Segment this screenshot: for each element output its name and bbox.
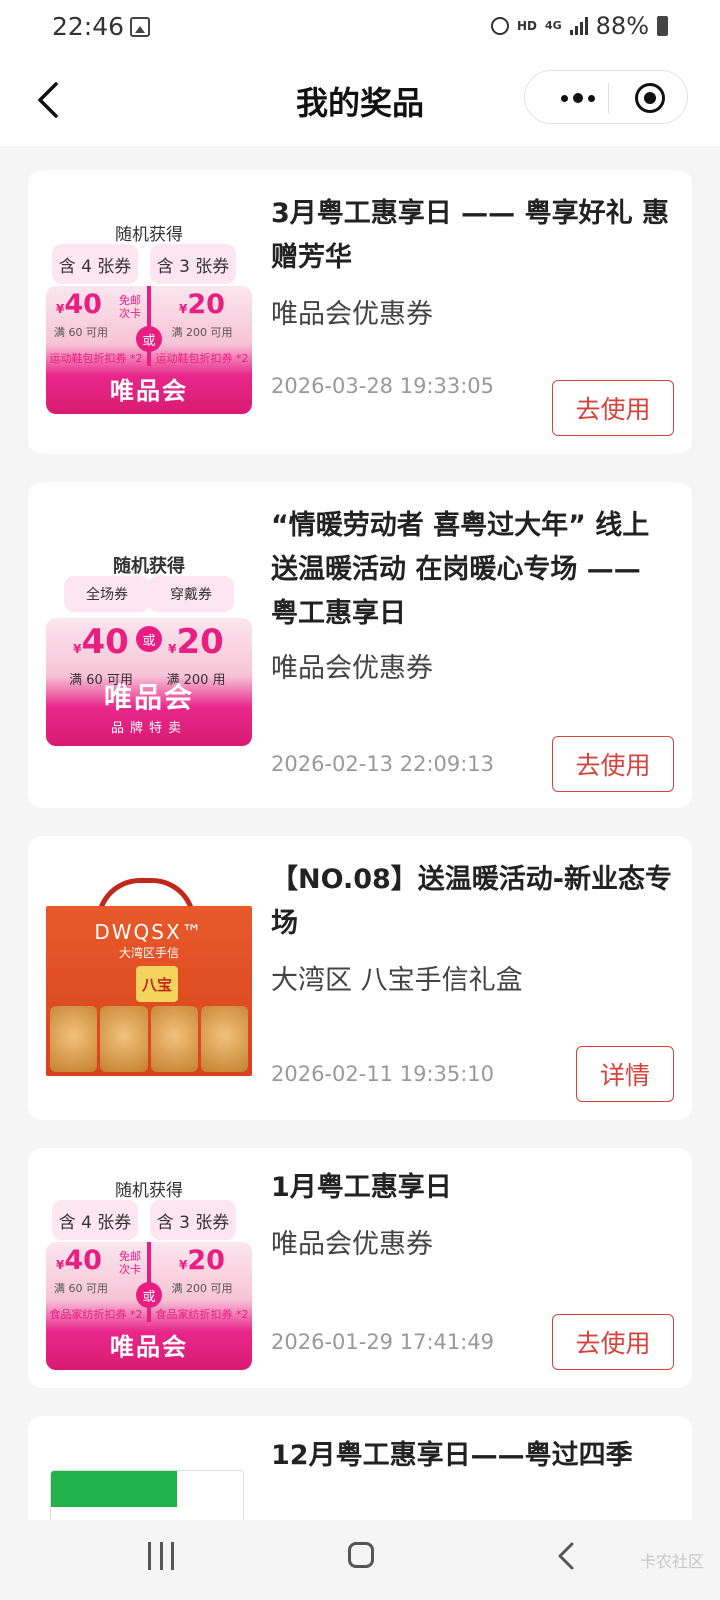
prize-card: 12月粤工惠享日——粤过四季 (28, 1416, 692, 1520)
prize-date: 2026-02-13 22:09:13 (271, 752, 495, 776)
thumbnail-green-bar (51, 1471, 177, 1507)
coupon-right-amount: ¥20 (168, 622, 224, 662)
coupon-left-cond: 满 60 可用 (54, 326, 108, 339)
coupon-left-amount: ¥40 (73, 622, 129, 662)
coupon-head: 随机获得 (115, 225, 183, 245)
prize-date: 2026-02-11 19:35:10 (271, 1062, 495, 1086)
more-icon[interactable] (550, 83, 605, 113)
prize-subtitle: 唯品会优惠券 (271, 653, 433, 684)
miniprogram-capsule (524, 70, 688, 124)
coupon-right-cond: 满 200 可用 (171, 326, 233, 339)
prize-title: 12月粤工惠享日——粤过四季 (271, 1440, 633, 1471)
battery-icon (657, 16, 668, 36)
prize-card: 随机获得 含 4 张券 含 3 张券 ¥40 满 60 可用 食品家纺折扣券 *… (28, 1148, 692, 1388)
prize-info: 12月粤工惠享日——粤过四季 (271, 1434, 674, 1478)
hd-indicator: HD (516, 19, 537, 33)
system-nav-bar: 卡农社区 (0, 1520, 720, 1600)
prize-subtitle: 唯品会优惠券 (271, 299, 433, 330)
coupon-brand-sub: 品牌特卖 (110, 721, 187, 736)
capsule-divider (608, 83, 609, 113)
gift-cookies (50, 1006, 248, 1072)
gallery-icon (130, 17, 150, 37)
prize-title: 【NO.08】送温暖活动-新业态专场 (271, 864, 672, 939)
coupon-right: ¥20 满 200 可用 运动鞋包折扣券 *2 (152, 290, 252, 368)
system-back-icon[interactable] (552, 1540, 582, 1572)
coupon-left-cond: 满 60 可用 (54, 1282, 108, 1295)
coupon-brand: 唯品会 (110, 377, 188, 405)
coupon-thumbnail: 随机获得 含 4 张券 含 3 张券 ¥40 满 60 可用 运动鞋包折扣券 *… (46, 210, 252, 416)
home-icon[interactable] (348, 1542, 374, 1568)
coupon-left-tag: 免邮次卡 (119, 294, 141, 320)
nav-bar: 我的奖品 (0, 56, 720, 146)
coupon-tab-right: 含 3 张券 (150, 244, 236, 284)
prize-date: 2026-03-28 19:33:05 (271, 374, 495, 398)
prize-date: 2026-01-29 17:41:49 (271, 1330, 495, 1354)
coupon-right-cond: 满 200 可用 (171, 1282, 233, 1295)
signal-icon (569, 17, 588, 35)
coupon-left-tag: 免邮次卡 (119, 1250, 141, 1276)
status-time: 22:46 (52, 12, 125, 41)
details-button[interactable]: 详情 (576, 1046, 674, 1102)
prize-subtitle: 大湾区 八宝手信礼盒 (271, 965, 523, 996)
prize-info: 1月粤工惠享日 唯品会优惠券 (271, 1166, 674, 1264)
coupon-brand: 唯品会 (103, 681, 194, 714)
battery-percent: 88% (595, 12, 649, 40)
prize-card: DWQSX™ 大湾区手信 八宝 【NO.08】送温暖活动-新业态专场 大湾区 八… (28, 836, 692, 1120)
coupon-head: 随机获得 (115, 1181, 183, 1201)
prize-card: 随机获得 全场券 穿戴券 ¥40 满 60 可用 或 ¥20 满 200 用 唯… (28, 482, 692, 808)
gift-brand-sub: 大湾区手信 (118, 946, 179, 960)
coupon-body: ¥40 满 60 可用 运动鞋包折扣券 *2 免邮次卡 或 ¥20 满 200 … (46, 286, 252, 414)
close-miniprogram-icon[interactable] (635, 83, 665, 113)
status-bar: 22:46 HD 4G 88% (0, 0, 720, 56)
coupon-left: ¥40 满 60 可用 食品家纺折扣券 *2 免邮次卡 (46, 1246, 146, 1324)
watermark: 卡农社区 (639, 1552, 704, 1571)
network-indicator: 4G (544, 19, 562, 32)
coupon-head: 随机获得 (113, 556, 185, 577)
coupon-right-amount: ¥20 (179, 1245, 225, 1276)
coupon-left-extra: 食品家纺折扣券 *2 (49, 1308, 143, 1321)
prize-thumbnail (50, 1470, 244, 1520)
coupon-tab-right: 含 3 张券 (150, 1200, 236, 1240)
gift-box: DWQSX™ 大湾区手信 八宝 (46, 906, 252, 1076)
prize-list: 随机获得 含 4 张券 含 3 张券 ¥40 满 60 可用 运动鞋包折扣券 *… (28, 146, 692, 1520)
use-button[interactable]: 去使用 (552, 380, 674, 436)
coupon-body: ¥40 满 60 可用 食品家纺折扣券 *2 免邮次卡 或 ¥20 满 200 … (46, 1242, 252, 1370)
coupon-right-extra: 食品家纺折扣券 *2 (155, 1308, 249, 1321)
use-button[interactable]: 去使用 (552, 736, 674, 792)
status-right: HD 4G 88% (490, 12, 668, 40)
alarm-icon (490, 17, 509, 35)
coupon-tab-left: 含 4 张券 (52, 1200, 138, 1240)
prize-info: 【NO.08】送温暖活动-新业态专场 大湾区 八宝手信礼盒 (271, 858, 674, 1000)
coupon-right-amount: ¥20 (179, 289, 225, 320)
prize-info: 3月粤工惠享日 —— 粤享好礼 惠赠芳华 唯品会优惠券 (271, 192, 674, 334)
prize-title: 3月粤工惠享日 —— 粤享好礼 惠赠芳华 (271, 198, 669, 273)
gift-brand: DWQSX™ (94, 920, 204, 944)
coupon-tab-left: 含 4 张券 (52, 244, 138, 284)
prize-title: 1月粤工惠享日 (271, 1172, 452, 1203)
coupon-thumbnail: 随机获得 含 4 张券 含 3 张券 ¥40 满 60 可用 食品家纺折扣券 *… (46, 1166, 252, 1372)
prize-card: 随机获得 含 4 张券 含 3 张券 ¥40 满 60 可用 运动鞋包折扣券 *… (28, 170, 692, 454)
prize-title: “情暖劳动者 喜粤过大年” 线上送温暖活动 在岗暖心专场 —— 粤工惠享日 (271, 510, 650, 629)
recent-apps-icon[interactable] (148, 1542, 174, 1570)
coupon-brand: 唯品会 (110, 1333, 188, 1361)
coupon-left-extra: 运动鞋包折扣券 *2 (49, 352, 143, 365)
coupon-tab-left: 全场券 (64, 576, 150, 612)
coupon-left: ¥40 满 60 可用 运动鞋包折扣券 *2 免邮次卡 (46, 290, 146, 368)
coupon-thumbnail: 随机获得 全场券 穿戴券 ¥40 满 60 可用 或 ¥20 满 200 用 唯… (46, 542, 252, 748)
gift-label: 八宝 (136, 966, 178, 1002)
gift-box-image: DWQSX™ 大湾区手信 八宝 (46, 876, 252, 1082)
coupon-tab-right: 穿戴券 (148, 576, 234, 612)
coupon-body: ¥40 满 60 可用 或 ¥20 满 200 用 唯品会 品牌特卖 (46, 618, 252, 746)
coupon-right-extra: 运动鞋包折扣券 *2 (155, 352, 249, 365)
prize-subtitle: 唯品会优惠券 (271, 1229, 433, 1260)
use-button[interactable]: 去使用 (552, 1314, 674, 1370)
coupon-right: ¥20 满 200 可用 食品家纺折扣券 *2 (152, 1246, 252, 1324)
prize-info: “情暖劳动者 喜粤过大年” 线上送温暖活动 在岗暖心专场 —— 粤工惠享日 唯品… (271, 504, 674, 688)
